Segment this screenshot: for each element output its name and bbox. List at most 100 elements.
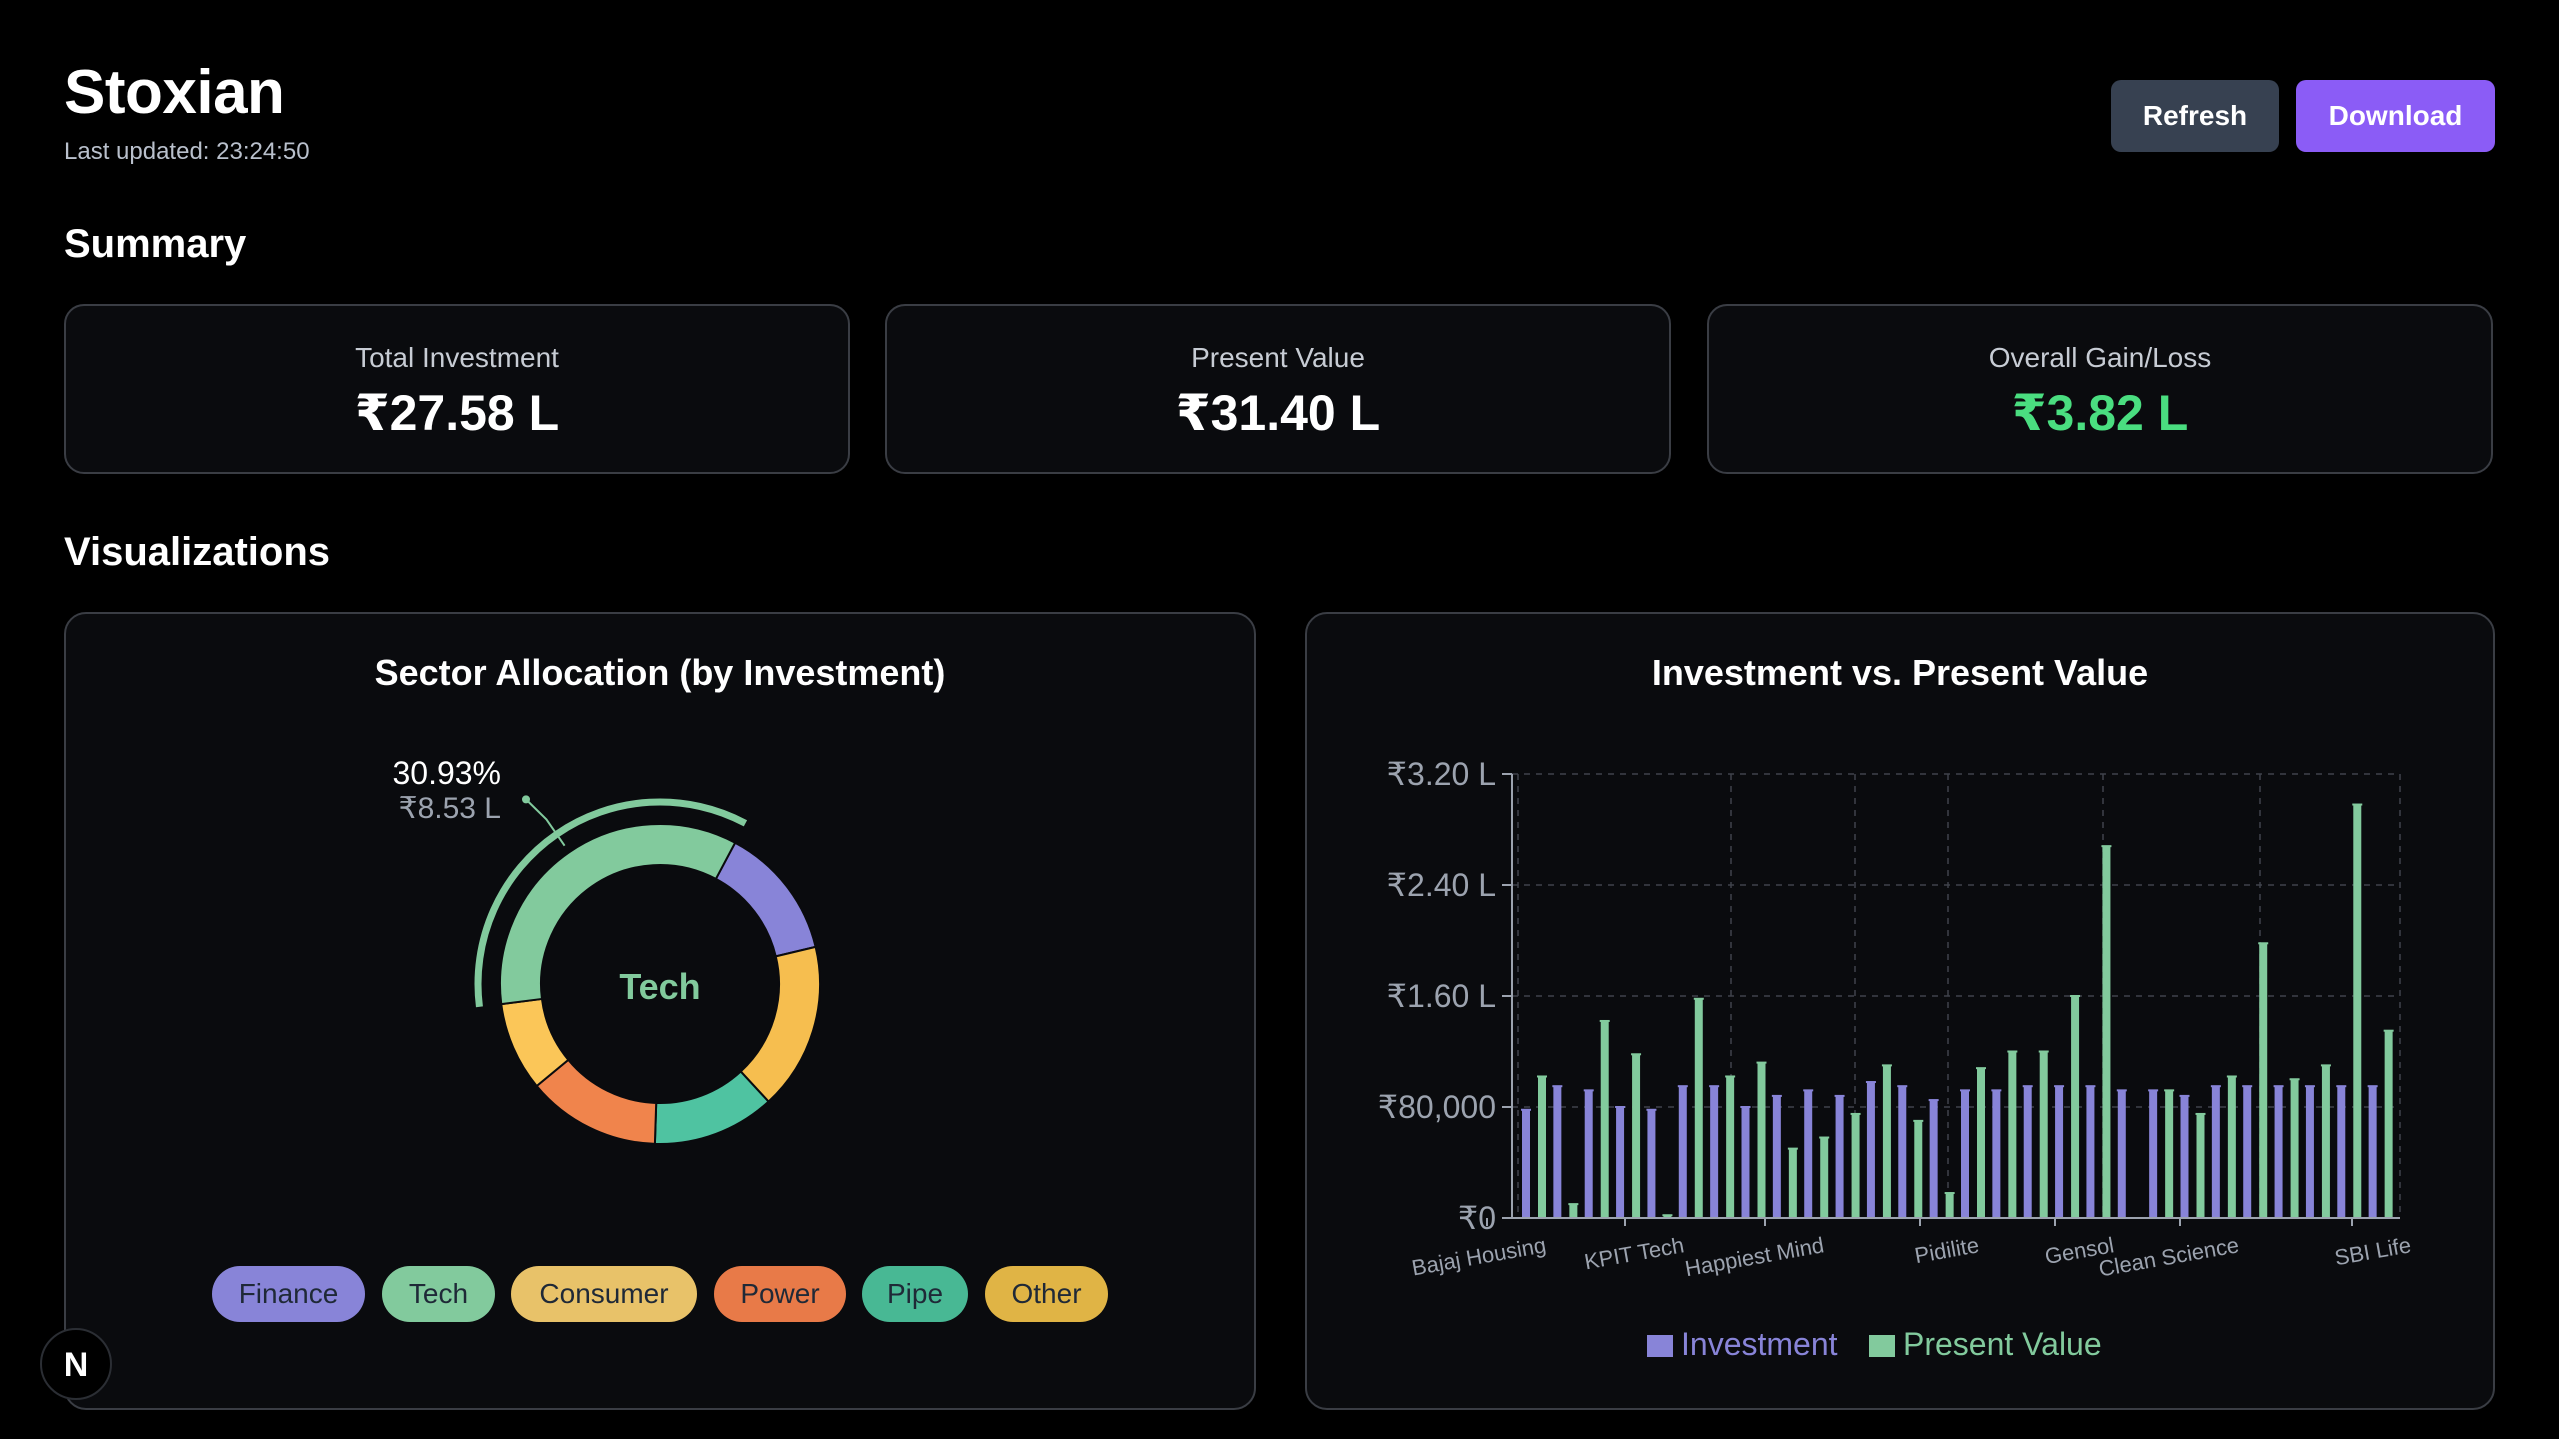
investment-bar[interactable] <box>2274 1086 2283 1218</box>
card-label: Present Value <box>1191 342 1365 373</box>
x-tick-label: Clean Science <box>2097 1232 2241 1281</box>
investment-bar[interactable] <box>1835 1095 1844 1218</box>
investment-bar[interactable] <box>2243 1086 2252 1218</box>
investment-bar[interactable] <box>2086 1086 2095 1218</box>
present-value-bar[interactable] <box>2321 1065 2330 1218</box>
investment-bar[interactable] <box>2305 1086 2314 1218</box>
present-value-bar[interactable] <box>1632 1054 1641 1218</box>
present-value-bar[interactable] <box>2259 943 2268 1218</box>
active-sector-leader-dot <box>522 795 530 804</box>
nextjs-dev-badge[interactable]: N <box>40 1328 112 1400</box>
x-tick-label: SBI Life <box>2333 1232 2413 1270</box>
donut-slice-other[interactable] <box>739 945 821 1103</box>
present-value-bar[interactable] <box>2165 1090 2174 1218</box>
legend-pill-tech[interactable]: Tech <box>382 1266 495 1322</box>
visualizations-heading: Visualizations <box>64 530 331 574</box>
legend-swatch-present-value <box>1869 1335 1895 1357</box>
investment-bar[interactable] <box>2180 1095 2189 1218</box>
legend-pill-finance[interactable]: Finance <box>212 1266 365 1322</box>
present-value-card: Present Value ₹31.40 L <box>885 304 1671 474</box>
investment-bar[interactable] <box>1929 1100 1938 1218</box>
download-button[interactable]: Download <box>2296 80 2495 152</box>
present-value-bar[interactable] <box>1820 1137 1829 1218</box>
present-value-bar[interactable] <box>1914 1120 1923 1218</box>
investment-bar[interactable] <box>2117 1090 2126 1218</box>
overall-gain-loss-card: Overall Gain/Loss ₹3.82 L <box>1707 304 2493 474</box>
investment-bar[interactable] <box>2055 1086 2064 1218</box>
y-tick-label: ₹80,000 <box>1378 1089 1496 1125</box>
present-value-bar[interactable] <box>1945 1193 1954 1218</box>
total-investment-card: Total Investment ₹27.58 L <box>64 304 850 474</box>
card-value: ₹3.82 L <box>2011 385 2189 441</box>
investment-bar[interactable] <box>2149 1090 2158 1218</box>
legend-pill-label: Finance <box>238 1278 339 1309</box>
investment-bar[interactable] <box>1961 1090 1969 1218</box>
present-value-bar[interactable] <box>1882 1065 1891 1218</box>
x-tick-label: Bajaj Housing <box>1410 1232 1548 1280</box>
investment-bar[interactable] <box>1804 1090 1813 1218</box>
present-value-bar[interactable] <box>2227 1076 2236 1218</box>
present-value-bar[interactable] <box>1726 1076 1735 1218</box>
legend-pill-other[interactable]: Other <box>985 1266 1108 1322</box>
y-tick-label: ₹0 <box>1458 1200 1496 1236</box>
investment-bar[interactable] <box>2368 1086 2377 1218</box>
investment-bar[interactable] <box>1992 1090 2001 1218</box>
present-value-bar[interactable] <box>2102 846 2111 1218</box>
present-value-bar[interactable] <box>1569 1204 1578 1218</box>
donut-slice-finance[interactable] <box>714 841 817 958</box>
present-value-bar[interactable] <box>1757 1062 1766 1218</box>
svg-text:N: N <box>64 1346 89 1384</box>
legend-pill-label: Power <box>740 1278 820 1309</box>
investment-bar[interactable] <box>2023 1086 2032 1218</box>
legend-pill-consumer[interactable]: Consumer <box>511 1266 697 1322</box>
investment-bar[interactable] <box>2211 1086 2220 1218</box>
present-value-bar[interactable] <box>2196 1113 2205 1218</box>
present-value-bar[interactable] <box>1851 1113 1860 1218</box>
y-tick-label: ₹2.40 L <box>1387 867 1496 903</box>
investment-bar[interactable] <box>1553 1086 1562 1218</box>
app-title: Stoxian <box>64 58 285 127</box>
investment-bar[interactable] <box>1741 1107 1750 1218</box>
present-value-bar[interactable] <box>2039 1051 2048 1219</box>
summary-heading: Summary <box>64 222 247 266</box>
present-value-bar[interactable] <box>2071 996 2080 1218</box>
refresh-button[interactable]: Refresh <box>2111 80 2279 152</box>
legend-swatch-investment <box>1647 1335 1673 1357</box>
investment-bar[interactable] <box>1616 1107 1625 1218</box>
present-value-bar[interactable] <box>1694 998 1703 1218</box>
legend-pill-label: Tech <box>408 1278 469 1309</box>
present-value-bar[interactable] <box>1600 1020 1609 1218</box>
present-value-bar[interactable] <box>2353 804 2362 1218</box>
x-tick-label: Pidilite <box>1913 1232 1981 1268</box>
present-value-bar[interactable] <box>1788 1148 1797 1218</box>
investment-bar[interactable] <box>1772 1095 1781 1218</box>
card-value: ₹27.58 L <box>354 385 560 441</box>
donut-slice-pipe[interactable] <box>653 1070 770 1145</box>
card-value: ₹31.40 L <box>1175 385 1381 441</box>
present-value-bar[interactable] <box>2384 1030 2393 1218</box>
card-label: Overall Gain/Loss <box>1988 342 2212 373</box>
legend-pill-pipe[interactable]: Pipe <box>862 1266 968 1322</box>
legend-pill-label: Pipe <box>886 1278 944 1309</box>
present-value-bar[interactable] <box>1977 1068 1985 1218</box>
investment-bar[interactable] <box>2337 1086 2346 1218</box>
investment-bar[interactable] <box>1678 1086 1687 1218</box>
legend-label-investment[interactable]: Investment <box>1681 1326 1838 1362</box>
investment-bar[interactable] <box>1522 1109 1530 1218</box>
investment-bar[interactable] <box>1898 1086 1907 1218</box>
present-value-bar[interactable] <box>2008 1051 2017 1219</box>
present-value-bar[interactable] <box>2290 1079 2299 1218</box>
nextjs-logo-icon: N <box>64 1346 89 1384</box>
x-tick-label: KPIT Tech <box>1582 1232 1685 1274</box>
active-sector-percent: 30.93% <box>392 755 501 791</box>
investment-bar[interactable] <box>1866 1082 1875 1218</box>
donut-slice-power[interactable] <box>535 1058 658 1145</box>
investment-bar[interactable] <box>1710 1086 1719 1218</box>
present-value-bar[interactable] <box>1538 1076 1546 1218</box>
investment-bar[interactable] <box>1584 1090 1593 1218</box>
card-label: Total Investment <box>355 342 559 373</box>
legend-label-present-value[interactable]: Present Value <box>1903 1326 2102 1362</box>
sector-donut-chart: 30.93% ₹8.53 L Tech <box>392 755 821 1145</box>
legend-pill-power[interactable]: Power <box>714 1266 846 1322</box>
investment-bar[interactable] <box>1647 1109 1656 1218</box>
